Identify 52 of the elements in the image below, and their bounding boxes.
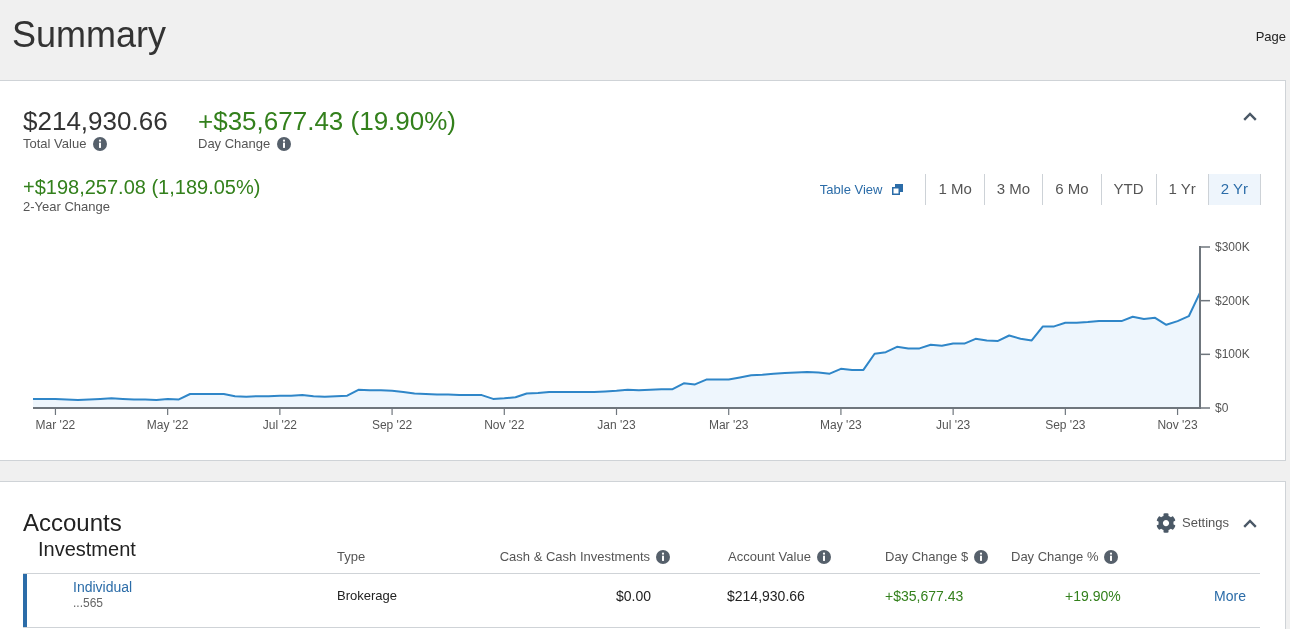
account-number: ...565 (73, 595, 105, 611)
axis-label: Sep '22 (371, 418, 413, 432)
chevron-up-icon[interactable] (1243, 518, 1257, 528)
metric-value: +$198,257.08 (1,189.05%) (23, 175, 261, 199)
axis-label: $300K (1215, 240, 1250, 254)
column-header: Day Change $ (885, 549, 969, 564)
metric-label: 2-Year Change (23, 199, 110, 215)
axis-label: $200K (1215, 293, 1250, 308)
gear-icon (1156, 513, 1176, 533)
axis-label: $100K (1215, 347, 1250, 362)
axis-label: Nov '23 (1157, 418, 1198, 432)
range-tab[interactable]: 2 Yr (1207, 174, 1261, 205)
axis-label: Jan '23 (597, 418, 636, 432)
axis-label: Jul '22 (262, 418, 297, 432)
axis-label: Mar '22 (35, 418, 76, 432)
column-header: Account Value (728, 549, 811, 564)
axis-label: May '23 (820, 418, 862, 432)
table-cell-text: Brokerage (336, 588, 398, 604)
axis-label: May '22 (146, 418, 189, 432)
chevron-up-icon[interactable] (1243, 112, 1257, 121)
info-icon[interactable] (816, 549, 831, 564)
info-icon[interactable] (974, 549, 989, 564)
metric-label: Total Value (23, 136, 87, 152)
info-icon[interactable] (93, 137, 108, 151)
metric-label: Day Change (198, 136, 271, 152)
axis-label: Jul '23 (936, 418, 971, 432)
axis-label: Nov '22 (484, 418, 525, 432)
table-cell-text: $214,930.66 (726, 588, 806, 604)
axis-label: $0 (1215, 401, 1229, 415)
more-link[interactable]: More (1214, 588, 1246, 604)
table-cell-text: $0.00 (614, 588, 652, 604)
column-header: Type (337, 549, 366, 564)
page-link[interactable]: Page (1255, 0, 1290, 47)
metric-value: $214,930.66 (23, 106, 169, 136)
group-title: Investment (38, 538, 136, 560)
table-view-link[interactable]: Table View (819, 179, 904, 200)
info-icon[interactable] (277, 137, 292, 151)
account-name-link[interactable]: Individual (73, 578, 133, 596)
axis-label: Mar '23 (708, 418, 749, 432)
info-icon[interactable] (1104, 549, 1119, 564)
row-accent-bar (23, 574, 27, 627)
table-cell-text: +$35,677.43 (884, 588, 965, 604)
table-cell-text: +19.90% (1064, 588, 1122, 604)
column-header: Day Change % (1011, 549, 1099, 564)
metric-value: +$35,677.43 (19.90%) (198, 106, 457, 136)
section-title: Accounts (23, 509, 122, 537)
overlapping-squares-icon (892, 184, 904, 195)
column-header: Cash & Cash Investments (499, 549, 650, 564)
settings-button[interactable]: Settings (1156, 513, 1229, 533)
info-icon[interactable] (656, 549, 670, 564)
axis-label: Sep '23 (1045, 418, 1086, 432)
page-title: Summary (11, 13, 167, 53)
